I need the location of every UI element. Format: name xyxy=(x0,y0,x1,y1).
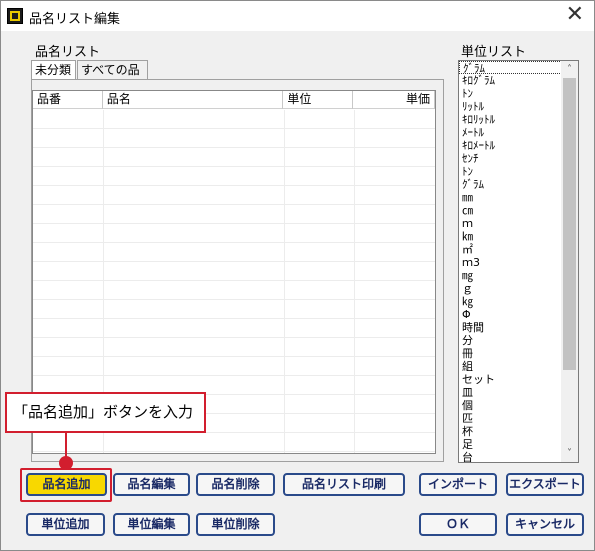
column-header-unit[interactable]: 単位 xyxy=(283,91,354,109)
column-header-price[interactable]: 単価 xyxy=(353,91,435,109)
app-icon xyxy=(7,8,23,24)
scroll-down-icon[interactable]: ˅ xyxy=(561,445,578,462)
unit-list-label: 単位リスト xyxy=(461,45,527,60)
list-header: 品番 品名 単位 単価 xyxy=(33,91,435,109)
tab-uncategorized[interactable]: 未分類 xyxy=(31,60,76,81)
edit-product-button[interactable]: 品名編集 xyxy=(113,473,190,496)
callout-dot xyxy=(59,456,73,470)
grid-divider xyxy=(354,110,355,453)
grid-divider xyxy=(284,110,285,453)
delete-product-button[interactable]: 品名削除 xyxy=(196,473,275,496)
tab-all-products[interactable]: すべての品 xyxy=(77,60,148,80)
product-list-label: 品名リスト xyxy=(35,45,101,60)
scroll-thumb[interactable] xyxy=(563,78,576,370)
unit-list-scrollbar[interactable]: ˄ ˅ xyxy=(561,61,578,462)
edit-unit-button[interactable]: 単位編集 xyxy=(113,513,190,536)
column-header-name[interactable]: 品名 xyxy=(103,91,284,109)
cancel-button[interactable]: キャンセル xyxy=(506,513,584,536)
unit-list-box[interactable]: ｸﾞﾗﾑ ｷﾛｸﾞﾗﾑ ﾄﾝ ﾘｯﾄﾙ ｷﾛﾘｯﾄﾙ ﾒｰﾄﾙ ｷﾛﾒｰﾄﾙ ｾﾝﾁ ﾄﾝ ｸﾞﾗ… xyxy=(458,60,579,463)
print-product-list-button[interactable]: 品名リスト印刷 xyxy=(283,473,405,496)
close-icon[interactable]: ✕ xyxy=(566,3,584,27)
instruction-callout: 「品名追加」ボタンを入力 xyxy=(5,392,206,433)
column-header-code[interactable]: 品番 xyxy=(33,91,103,109)
title-bar: 品名リスト編集 ✕ xyxy=(1,1,594,31)
import-button[interactable]: インポート xyxy=(419,473,497,496)
ok-button[interactable]: ＯＫ xyxy=(419,513,497,536)
window-title: 品名リスト編集 xyxy=(29,12,121,27)
highlight-frame xyxy=(20,468,112,502)
export-button[interactable]: エクスポート xyxy=(506,473,584,496)
scroll-up-icon[interactable]: ˄ xyxy=(561,61,578,78)
delete-unit-button[interactable]: 単位削除 xyxy=(196,513,275,536)
add-unit-button[interactable]: 単位追加 xyxy=(26,513,105,536)
dialog-window: 品名リスト編集 ✕ 品名リスト 単位リスト 未分類 すべての品 品番 品名 単位… xyxy=(0,0,595,551)
